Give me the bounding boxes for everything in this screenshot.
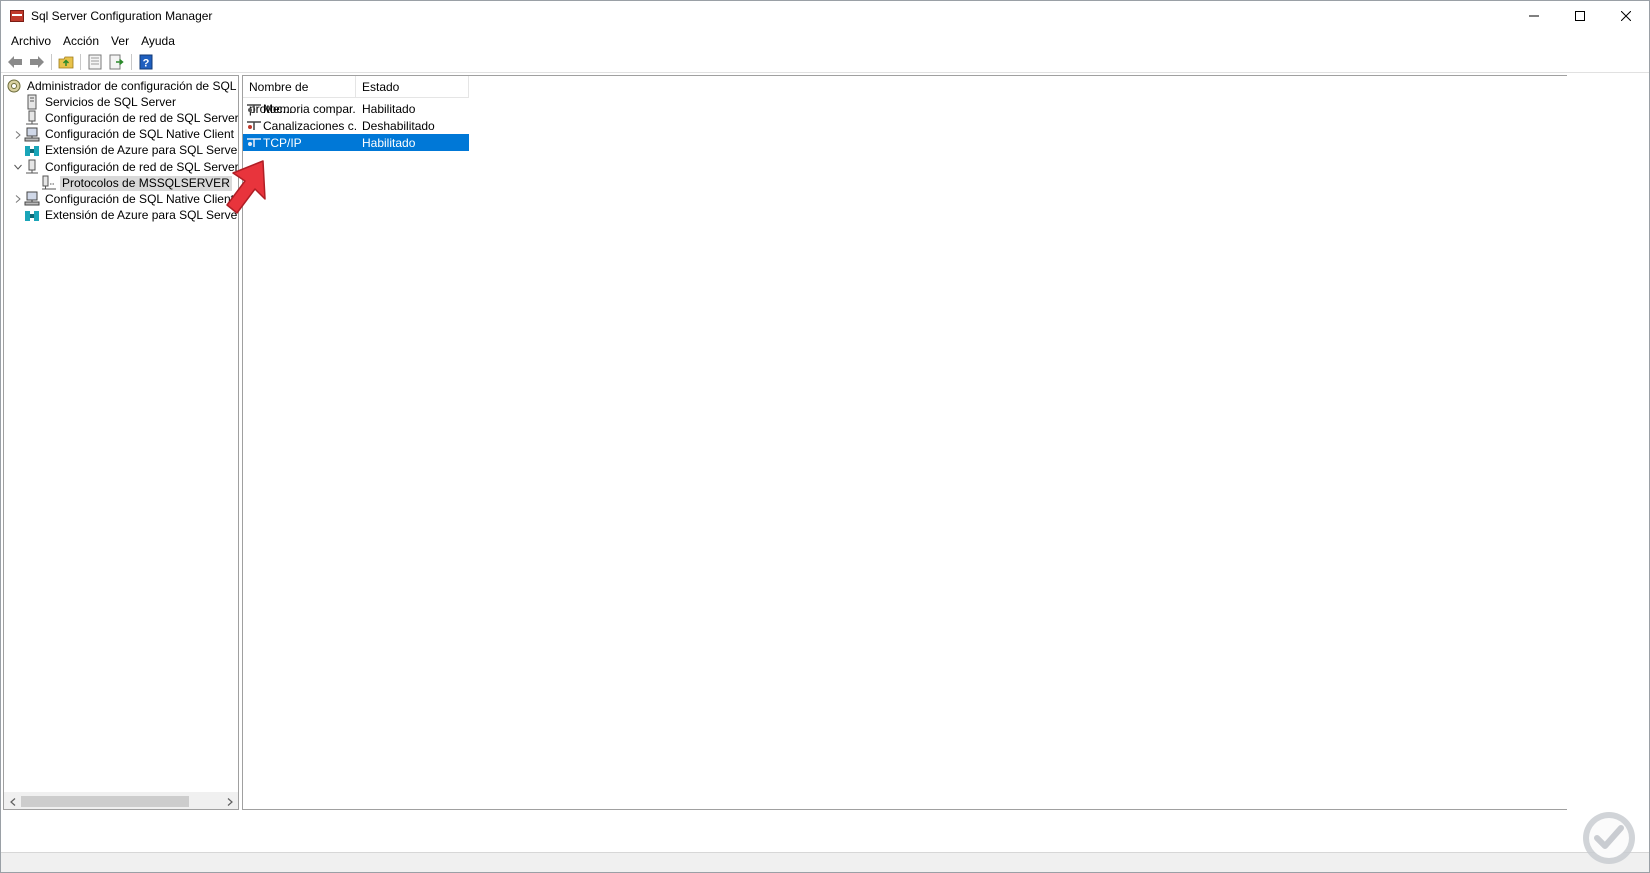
tree-pane[interactable]: Administrador de configuración de SQL Se… [3,75,239,810]
tree-root[interactable]: Administrador de configuración de SQL Se… [4,78,238,94]
protocol-state: Habilitado [362,135,416,150]
tree-item-label: Configuración de SQL Native Client 11.0 … [45,127,238,142]
properties-button[interactable] [84,52,106,72]
properties-icon [88,54,102,69]
tree-item-azure[interactable]: Extensión de Azure para SQL Server [4,208,238,224]
menu-accion[interactable]: Acción [57,31,105,51]
network-config-icon [24,159,40,175]
minimize-icon [1529,15,1539,17]
server-services-icon [24,94,40,110]
window-controls [1511,1,1649,31]
list-header: Nombre de protoc... Estado [243,76,469,116]
native-client-icon [24,127,40,143]
scroll-left-button[interactable] [4,793,21,809]
toolbar-separator [51,53,52,70]
back-arrow-icon [8,55,22,68]
minimize-button[interactable] [1511,1,1557,31]
forward-button[interactable] [26,52,48,72]
status-bar [1,852,1649,872]
protocols-icon [41,175,57,191]
help-button[interactable]: ? [135,52,157,72]
toolbar-separator [131,53,132,70]
menu-archivo[interactable]: Archivo [5,31,57,51]
scroll-thumb[interactable] [21,796,189,807]
protocol-state: Habilitado [362,101,416,116]
azure-extension-icon [24,208,40,224]
close-icon [1621,11,1631,21]
app-icon [9,8,25,24]
title-bar[interactable]: Sql Server Configuration Manager [1,1,1649,31]
chevron-left-icon [9,797,15,806]
native-client-icon [24,191,40,207]
tree-item-native[interactable]: Configuración de SQL Native Client 11.0 [4,191,238,207]
export-list-icon [109,54,124,69]
list-row-named-pipes[interactable]: Canalizaciones c... Deshabilitado [243,117,469,134]
svg-text:?: ? [143,57,150,69]
help-icon: ? [139,54,153,69]
chevron-right-icon[interactable] [12,191,24,207]
azure-extension-icon [24,143,40,159]
tree-item-label: Servicios de SQL Server [45,94,176,109]
tree-item-label: Configuración de SQL Native Client 11.0 [45,191,239,206]
tree-item-label: Protocolos de MSSQLSERVER [60,175,232,191]
toolbar: ? [1,51,1649,73]
protocol-enabled-icon [246,101,262,117]
tree-root-label: Administrador de configuración de SQL Se… [27,78,238,93]
tree-item-label: Extensión de Azure para SQL Server [45,208,239,223]
tree-item-protocolos[interactable]: Protocolos de MSSQLSERVER [4,175,238,191]
menu-bar: Archivo Acción Ver Ayuda [1,31,1649,51]
list-pane[interactable]: Nombre de protoc... Estado Memoria compa… [242,75,1569,810]
menu-ver[interactable]: Ver [105,31,135,51]
chevron-down-icon[interactable] [12,159,24,175]
protocol-state: Deshabilitado [362,118,435,133]
app-window: Sql Server Configuration Manager Archivo… [0,0,1650,873]
annotation-arrow-icon [226,160,266,214]
tree-item-azure-32[interactable]: Extensión de Azure para SQL Server [4,143,238,159]
tree-view: Administrador de configuración de SQL Se… [4,78,238,224]
export-list-button[interactable] [106,52,128,72]
forward-arrow-icon [30,55,44,68]
window-title: Sql Server Configuration Manager [31,9,213,23]
maximize-icon [1575,11,1585,21]
list-row-tcp-ip[interactable]: TCP/IP Habilitado [243,134,469,151]
network-config-icon [24,110,40,126]
tree-item-label: Configuración de red de SQL Server (32 b… [45,110,239,125]
chevron-right-icon[interactable] [12,127,24,143]
maximize-button[interactable] [1557,1,1603,31]
tree-item-label: Extensión de Azure para SQL Server [45,143,239,158]
scroll-right-button[interactable] [221,793,238,809]
list-row-shared-memory[interactable]: Memoria compar... Habilitado [243,100,469,117]
protocol-disabled-icon [246,118,262,134]
protocol-enabled-icon [246,135,262,151]
protocol-name: Memoria compar... [263,101,356,116]
menu-ayuda[interactable]: Ayuda [135,31,181,51]
protocol-name: Canalizaciones c... [263,118,356,133]
toolbar-separator [80,53,81,70]
back-button[interactable] [4,52,26,72]
column-header-name[interactable]: Nombre de protoc... [243,76,356,116]
right-empty-strip [1567,73,1649,810]
config-manager-icon [6,78,22,94]
tree-item-label: Configuración de red de SQL Server [45,159,239,174]
up-folder-icon [58,56,74,68]
up-level-button[interactable] [55,52,77,72]
column-header-state[interactable]: Estado [356,76,469,98]
tree-item-red-32[interactable]: Configuración de red de SQL Server (32 b… [4,110,238,126]
watermark-logo-icon [1583,812,1635,864]
tree-item-servicios[interactable]: Servicios de SQL Server [4,94,238,110]
tree-horizontal-scrollbar[interactable] [4,792,238,809]
chevron-right-icon [227,797,233,806]
protocol-name: TCP/IP [263,135,302,150]
tree-item-native-32[interactable]: Configuración de SQL Native Client 11.0 … [4,127,238,143]
close-button[interactable] [1603,1,1649,31]
tree-item-red[interactable]: Configuración de red de SQL Server [4,159,238,175]
